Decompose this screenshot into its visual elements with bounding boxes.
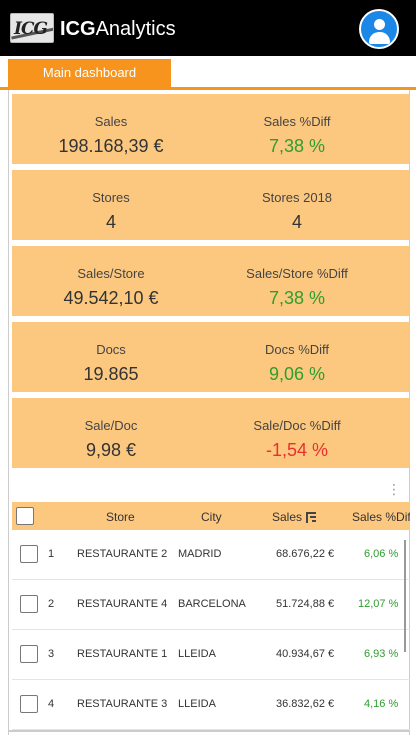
row-checkbox[interactable] — [20, 695, 38, 713]
sort-descending-icon[interactable] — [306, 512, 317, 523]
row-store: RESTAURANTE 1 — [77, 648, 168, 660]
table-row[interactable]: 2 RESTAURANTE 4 BARCELONA 51.724,88 € 12… — [12, 580, 410, 630]
logo-text: ICG — [14, 19, 48, 39]
kpi-label: Sales — [94, 114, 128, 129]
kpi-value: 9,98 € — [85, 440, 137, 460]
column-store[interactable]: Store — [106, 510, 135, 524]
kpi-sales: Sales 198.168,39 € — [12, 94, 210, 164]
tab-main-dashboard[interactable]: Main dashboard — [8, 59, 171, 87]
kpi-value: 49.542,10 € — [63, 288, 159, 308]
column-sales-label: Sales — [272, 510, 303, 524]
kpi-value: 198.168,39 € — [58, 136, 164, 156]
row-index: 2 — [48, 598, 55, 610]
kpi-label: Sale/Doc — [84, 418, 138, 433]
app-title-bold: ICG — [60, 18, 96, 40]
user-avatar-button[interactable] — [359, 9, 399, 49]
select-all-checkbox[interactable] — [16, 507, 34, 525]
kpi-label: Docs — [96, 342, 126, 357]
top-bar: ICG ICGAnalytics — [0, 0, 416, 56]
kpi-value: 4 — [105, 212, 116, 232]
row-sales-diff: 12,07 % — [358, 598, 399, 610]
kpi-label: Sales %Diff — [263, 114, 331, 129]
table-row[interactable]: 3 RESTAURANTE 1 LLEIDA 40.934,67 € 6,93 … — [12, 630, 410, 680]
row-index: 1 — [48, 548, 55, 560]
column-sales-diff[interactable]: Sales %Diff — [352, 510, 410, 524]
more-vertical-icon[interactable]: ⋮ — [387, 482, 401, 496]
kpi-sale-per-doc: Sale/Doc 9,98 € — [12, 398, 210, 468]
kpi-card-sale-doc: Sale/Doc 9,98 € Sale/Doc %Diff -1,54 % — [12, 398, 409, 468]
app-title: ICGAnalytics — [60, 18, 176, 40]
column-sales[interactable]: Sales — [272, 510, 317, 524]
kpi-value: 7,38 % — [268, 288, 326, 308]
row-store: RESTAURANTE 3 — [77, 698, 168, 710]
row-index: 4 — [48, 698, 55, 710]
user-icon-head — [374, 19, 385, 30]
row-checkbox[interactable] — [20, 645, 38, 663]
kpi-value: -1,54 % — [265, 440, 329, 460]
kpi-value: 9,06 % — [268, 364, 326, 384]
table-header: Store City Sales Sales %Diff — [12, 502, 410, 530]
table-row[interactable]: 4 RESTAURANTE 3 LLEIDA 36.832,62 € 4,16 … — [12, 680, 410, 730]
row-checkbox[interactable] — [20, 545, 38, 563]
kpi-value: 7,38 % — [268, 136, 326, 156]
bottom-divider — [8, 730, 410, 732]
app-title-rest: Analytics — [95, 18, 176, 40]
row-sales-diff: 6,93 % — [364, 648, 399, 660]
kpi-card-sales: Sales 198.168,39 € Sales %Diff 7,38 % — [12, 94, 409, 164]
row-sales: 68.676,22 € — [276, 548, 335, 560]
kpi-value: 4 — [291, 212, 302, 232]
icg-logo[interactable]: ICG — [10, 13, 54, 43]
kpi-label: Sales/Store — [77, 266, 145, 281]
tab-bar: Main dashboard — [0, 56, 416, 90]
kpi-card-docs: Docs 19.865 Docs %Diff 9,06 % — [12, 322, 409, 392]
kpi-sales-per-store-diff: Sales/Store %Diff 7,38 % — [198, 246, 396, 316]
row-store: RESTAURANTE 2 — [77, 548, 168, 560]
row-checkbox[interactable] — [20, 595, 38, 613]
row-city: MADRID — [178, 548, 222, 560]
kpi-value: 19.865 — [83, 364, 139, 384]
column-city[interactable]: City — [201, 510, 222, 524]
kpi-label: Sale/Doc %Diff — [253, 418, 341, 433]
kpi-label: Stores — [92, 190, 130, 205]
row-city: LLEIDA — [178, 648, 216, 660]
row-sales: 36.832,62 € — [276, 698, 335, 710]
row-store: RESTAURANTE 4 — [77, 598, 168, 610]
kpi-stores-2018: Stores 2018 4 — [198, 170, 396, 240]
table-row[interactable]: 1 RESTAURANTE 2 MADRID 68.676,22 € 6,06 … — [12, 530, 410, 580]
kpi-sales-per-store: Sales/Store 49.542,10 € — [12, 246, 210, 316]
user-icon-body — [369, 32, 390, 44]
kpi-stores: Stores 4 — [12, 170, 210, 240]
kpi-sale-per-doc-diff: Sale/Doc %Diff -1,54 % — [198, 398, 396, 468]
row-sales: 40.934,67 € — [276, 648, 335, 660]
kpi-sales-diff: Sales %Diff 7,38 % — [198, 94, 396, 164]
row-city: LLEIDA — [178, 698, 216, 710]
kpi-card-stores: Stores 4 Stores 2018 4 — [12, 170, 409, 240]
row-index: 3 — [48, 648, 55, 660]
row-city: BARCELONA — [178, 598, 246, 610]
kpi-label: Sales/Store %Diff — [246, 266, 348, 281]
row-sales-diff: 6,06 % — [364, 548, 399, 560]
row-sales: 51.724,88 € — [276, 598, 335, 610]
kpi-docs: Docs 19.865 — [12, 322, 210, 392]
kpi-card-sales-store: Sales/Store 49.542,10 € Sales/Store %Dif… — [12, 246, 409, 316]
kpi-label: Docs %Diff — [264, 342, 330, 357]
table-scrollbar[interactable] — [404, 540, 406, 652]
row-sales-diff: 4,16 % — [364, 698, 399, 710]
kpi-docs-diff: Docs %Diff 9,06 % — [198, 322, 396, 392]
kpi-label: Stores 2018 — [261, 190, 333, 205]
